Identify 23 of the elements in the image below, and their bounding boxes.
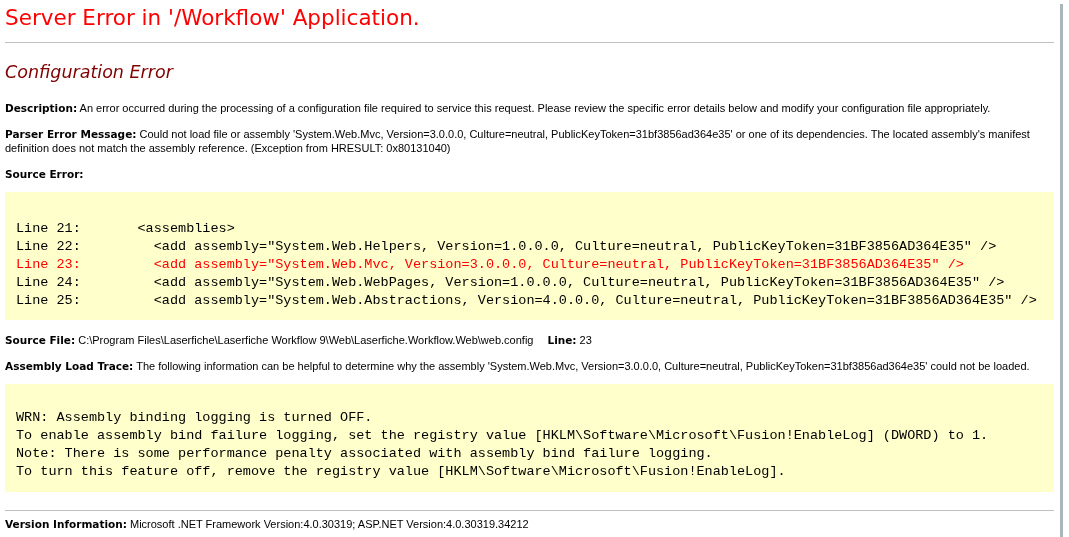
field-label: Line: [547, 334, 577, 346]
error-heading: Configuration Error [5, 61, 175, 84]
version-text: Microsoft .NET Framework Version:4.0.30319; ASP.NET Version:4.0.30319.34212 [130, 518, 529, 530]
code-line: Line 24: <add assembly="System.Web.WebPages, Version=1.0.0.0, Culture=neutral, PublicKeyToken=31BF3856AD364E35" /> [16, 274, 1005, 292]
field-label: Source Error: [5, 168, 84, 180]
code-line: Line 23: <add assembly="System.Web.Mvc, Version=3.0.0.0, Culture=neutral, PublicKeyToken=31BF3856AD364E35" /> [16, 256, 964, 274]
code-line: Line 25: <add assembly="System.Web.Abstractions, Version=4.0.0.0, Culture=neutral, PublicKeyToken=31BF3856AD364E35" /> [16, 292, 1037, 310]
field-label: Version Information: [5, 518, 127, 530]
code-line: Line 22: <add assembly="System.Web.Helpers, Version=1.0.0.0, Culture=neutral, PublicKeyToken=31BF3856AD364E35" /> [16, 238, 997, 256]
file-path: C:\Program Files\Laserfiche\Laserfiche Workflow 9\Web\Laserfiche.Workflow.Web\web.config [78, 334, 534, 346]
description-text: An error occurred during the processing of a configuration file required to service this request. Please review the specific error details below and modify your configuration file appropriately. [79, 102, 991, 114]
error-message: Parser Error Message: Could not load file or assembly 'System.Web.Mvc, Version=3.0.0.0, Culture=neutral, PublicKeyToken=31bf3856ad364e35' or one of its dependencies. The located assembly's manifest definition does not match the assembly reference. (Exception from HRESULT: 0x80131040) [5, 127, 1031, 155]
field-label: Description: [5, 102, 78, 114]
field-label: Assembly Load Trace: [5, 360, 134, 372]
trace-line: WRN: Assembly binding logging is turned OFF. [16, 409, 373, 427]
page-title: Server Error in '/Workflow' Application. [5, 4, 421, 32]
trace-line: To enable assembly bind failure logging, set the registry value [HKLM\Software\Microsoft\Fusion!EnableLog] (DWORD) to 1. [16, 427, 989, 445]
line-number: 23 [579, 334, 592, 346]
field-label: Source File: [5, 334, 76, 346]
code-line: Line 21: <assemblies> [16, 220, 235, 238]
trace-line: Note: There is some performance penalty associated with assembly bind failure logging. [16, 445, 713, 463]
trace-text: The following information can be helpful to determine why the assembly 'System.Web.Mvc, Version=3.0.0.0, Culture=neutral, PublicKeyToken=31bf3856ad364e35' could not be loaded. [136, 360, 1030, 372]
trace-line: To turn this feature off, remove the registry value [HKLM\Software\Microsoft\Fusion!EnableLog]. [16, 463, 786, 481]
